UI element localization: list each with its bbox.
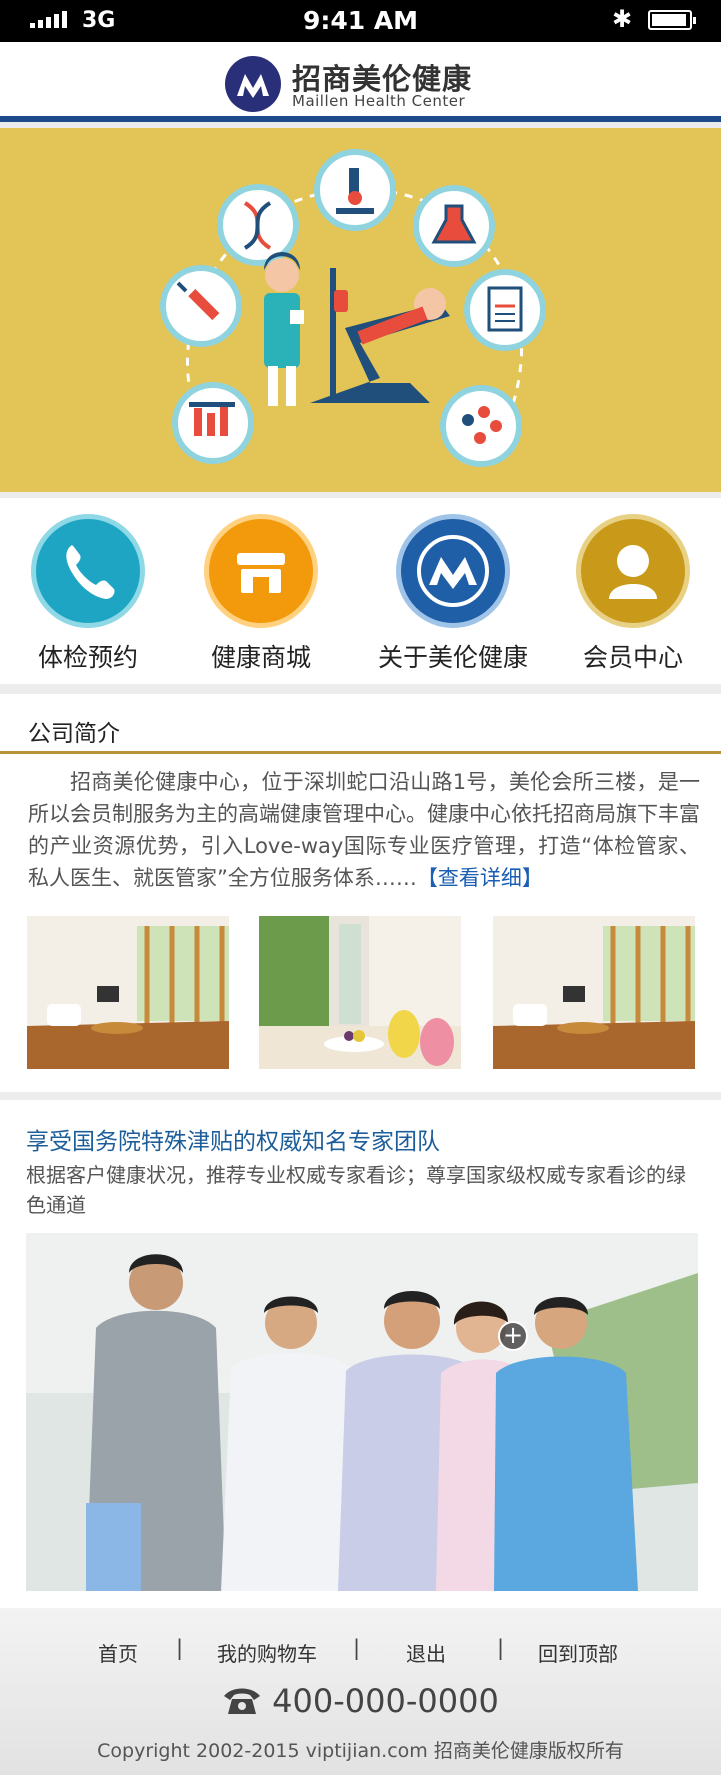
medical-checkup-illustration (160, 149, 546, 467)
brand-name-en: Maillen Health Center (292, 92, 466, 110)
expert-team-section: 享受国务院特殊津贴的权威知名专家团队 根据客户健康状况，推荐专业权威专家看诊；尊… (0, 1100, 721, 1608)
footer-separator: | (497, 1636, 505, 1660)
microscope-icon (314, 149, 396, 231)
intro-text: 招商美伦健康中心，位于深圳蛇口沿山路1号，美伦会所三楼，是一所以会员制服务为主的… (28, 766, 700, 894)
team-photo[interactable]: + (26, 1233, 698, 1591)
test-tubes-icon (172, 382, 254, 464)
bluetooth-icon: ✱ (612, 5, 633, 33)
interior-photo[interactable] (259, 916, 461, 1069)
quick-nav-label: 会员中心 (582, 643, 683, 672)
footer-separator: | (176, 1636, 184, 1660)
phone-icon (31, 514, 145, 628)
quick-nav-label: 关于美伦健康 (377, 643, 528, 672)
quick-nav-about[interactable]: 关于美伦健康 (363, 514, 543, 674)
shop-icon (204, 514, 318, 628)
quick-nav-booking[interactable]: 体检预约 (0, 514, 178, 674)
quick-nav-label: 体检预约 (37, 643, 138, 672)
footer-phone[interactable]: 400-000-0000 (0, 1682, 721, 1724)
patient-chair (310, 268, 450, 403)
site-footer: 首页 | 我的购物车 | 退出 | 回到顶部 400-000-0000 Copy… (0, 1608, 721, 1775)
quick-nav-label: 健康商城 (210, 643, 311, 672)
intro-paragraph: 招商美伦健康中心，位于深圳蛇口沿山路1号，美伦会所三楼，是一所以会员制服务为主的… (28, 770, 700, 890)
footer-link-back-to-top[interactable]: 回到顶部 (538, 1638, 618, 1667)
copyright-text: Copyright 2002-2015 viptijian.com 招商美伦健康… (97, 1740, 624, 1762)
battery-icon (648, 10, 696, 30)
hero-banner[interactable] (0, 128, 721, 492)
footer-link-logout[interactable]: 退出 (406, 1638, 446, 1667)
view-details-link[interactable]: 【查看详细】 (417, 866, 543, 890)
section-description: 根据客户健康状况，推荐专业权威专家看诊；尊享国家级权威专家看诊的绿色通道 (26, 1163, 686, 1217)
zoom-plus-icon[interactable]: + (498, 1321, 528, 1351)
footer-separator: | (353, 1636, 361, 1660)
quick-nav-member[interactable]: 会员中心 (543, 514, 721, 674)
telephone-icon (222, 1686, 262, 1724)
interior-photo[interactable] (27, 916, 229, 1069)
nurse-figure (264, 252, 304, 406)
divider (0, 751, 721, 754)
status-bar: 3G 9:41 AM ✱ (0, 0, 721, 42)
section-title[interactable]: 享受国务院特殊津贴的权威知名专家团队 (26, 1122, 440, 1156)
brand-logo-icon (396, 514, 510, 628)
interior-photo[interactable] (493, 916, 695, 1069)
phone-number: 400-000-0000 (272, 1682, 499, 1720)
section-title: 公司简介 (28, 721, 120, 747)
user-icon (576, 514, 690, 628)
quick-nav: 体检预约 健康商城 关于美伦健康 会员中心 (0, 498, 721, 684)
flask-icon (413, 185, 495, 267)
footer-link-home[interactable]: 首页 (98, 1638, 138, 1667)
molecule-icon (440, 385, 522, 467)
brand-logo-icon[interactable] (225, 56, 281, 112)
dna-icon (217, 184, 299, 266)
site-header: 招商美伦健康 Maillen Health Center (0, 42, 721, 122)
company-intro: 公司简介 招商美伦健康中心，位于深圳蛇口沿山路1号，美伦会所三楼，是一所以会员制… (0, 694, 721, 1092)
syringe-icon (160, 265, 242, 347)
report-icon (464, 269, 546, 351)
quick-nav-shop[interactable]: 健康商城 (171, 514, 351, 674)
footer-link-cart[interactable]: 我的购物车 (217, 1638, 317, 1667)
